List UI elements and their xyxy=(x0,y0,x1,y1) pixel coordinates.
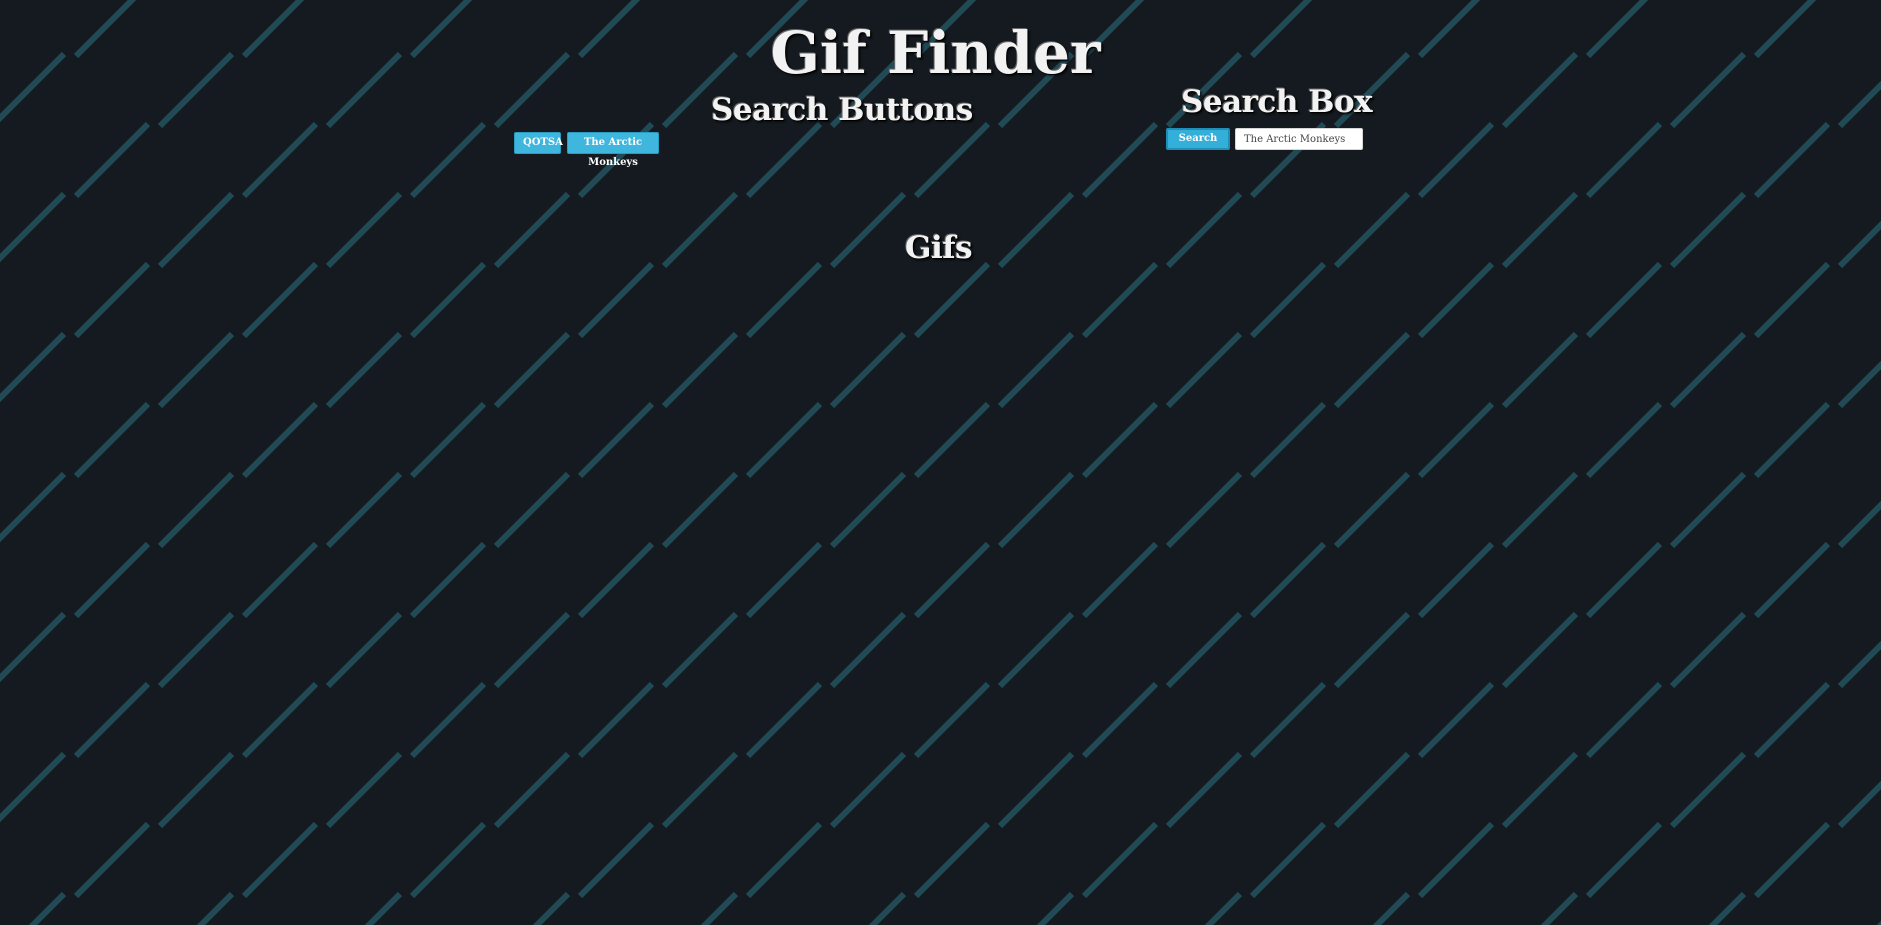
search-buttons-heading: Search Buttons xyxy=(711,92,973,128)
search-button[interactable]: Search xyxy=(1166,128,1230,150)
search-box-heading: Search Box xyxy=(1181,84,1373,120)
page: Gif Finder Search Buttons QOTSA The Arct… xyxy=(0,0,1881,925)
gifs-heading: Gifs xyxy=(905,230,973,266)
page-title: Gif Finder xyxy=(770,19,1101,87)
the-arctic-monkeys-button[interactable]: The Arctic Monkeys xyxy=(567,132,659,168)
search-input[interactable] xyxy=(1235,128,1363,150)
gifs-results-area xyxy=(380,280,1500,880)
qotsa-button[interactable]: QOTSA xyxy=(514,132,563,154)
